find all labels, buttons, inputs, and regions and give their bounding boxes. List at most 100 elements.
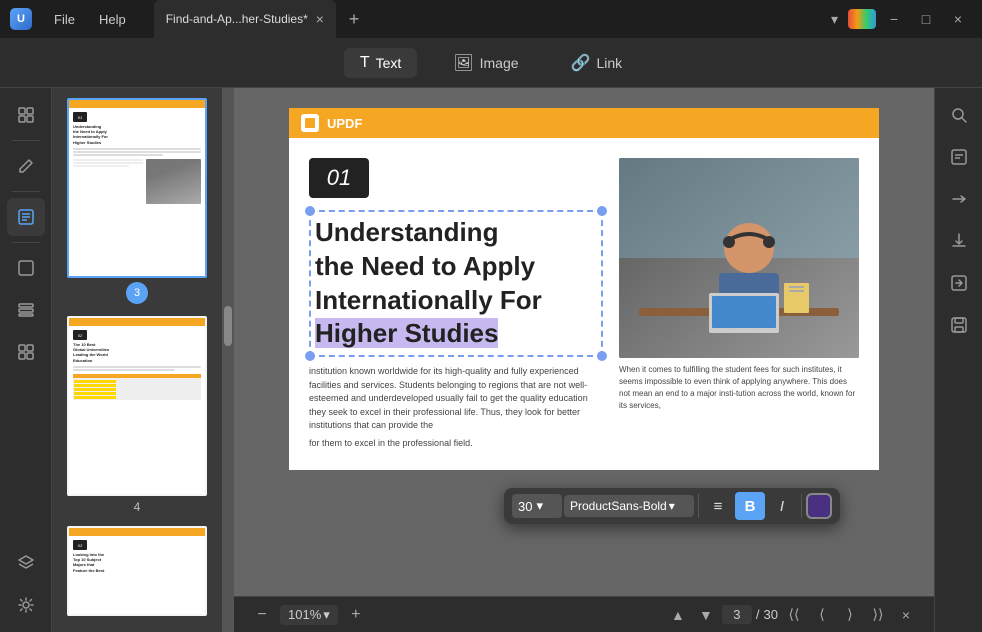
maximize-btn[interactable]: □	[912, 5, 940, 33]
right-icon-convert[interactable]	[940, 180, 978, 218]
link-icon: 🔗	[571, 53, 591, 73]
font-size-chevron: ▾	[536, 498, 543, 514]
sidebar-divider-3	[12, 242, 40, 243]
pdf-body-text-2: for them to excel in the professional fi…	[309, 437, 603, 451]
sidebar-icon-annotation[interactable]	[7, 198, 45, 236]
sidebar-icon-shapes[interactable]	[7, 249, 45, 287]
updf-badge	[848, 9, 876, 29]
sidebar-icon-organize[interactable]	[7, 291, 45, 329]
zoom-in-btn[interactable]: +	[344, 603, 368, 627]
thumbnail-item-4[interactable]: 02 The 10 BestGlobal UniversitiesLeading…	[67, 316, 207, 514]
pdf-main-content: 01 Understanding the Need to Apply Inter…	[289, 138, 879, 470]
thumbnail-item-3[interactable]: 01 Understandingthe Need to ApplyInterna…	[67, 98, 207, 304]
thumbnails-panel: 01 Understandingthe Need to ApplyInterna…	[52, 88, 222, 632]
zoom-out-btn[interactable]: −	[250, 603, 274, 627]
page-total: 30	[764, 607, 778, 622]
main-area: 01 Understandingthe Need to ApplyInterna…	[0, 88, 982, 632]
left-sidebar	[0, 88, 52, 632]
text-tool-btn[interactable]: T Text	[344, 48, 417, 78]
page-separator: /	[756, 607, 760, 622]
text-edit-box[interactable]: Understanding the Need to Apply Internat…	[309, 210, 603, 357]
text-color-btn[interactable]	[806, 493, 832, 519]
pdf-content: UPDF 01 Understanding	[289, 108, 879, 470]
zoom-chevron: ▾	[323, 607, 330, 623]
page-number-input[interactable]	[722, 605, 752, 624]
right-icon-ocr[interactable]	[940, 138, 978, 176]
menu-bar: File Help	[44, 8, 136, 31]
sidebar-icon-settings[interactable]	[7, 586, 45, 624]
student-photo	[619, 158, 859, 358]
tab-area: Find-and-Ap...her-Studies* × +	[154, 0, 815, 38]
pdf-viewer: UPDF 01 Understanding	[234, 88, 934, 632]
scrollbar[interactable]	[222, 88, 234, 632]
link-tool-btn[interactable]: 🔗 Link	[555, 47, 639, 79]
scrollbar-thumb[interactable]	[224, 306, 232, 346]
font-family-select[interactable]: ProductSans-Bold ▾	[564, 495, 694, 517]
minimize-btn[interactable]: −	[880, 5, 908, 33]
window-controls: ▾ − □ ×	[815, 5, 982, 33]
next-page-btn[interactable]: ⟩	[838, 603, 862, 627]
menu-file[interactable]: File	[44, 8, 85, 31]
pdf-logo-text: UPDF	[327, 116, 362, 131]
right-sidebar	[934, 88, 982, 632]
image-label: Image	[480, 55, 519, 71]
menu-help[interactable]: Help	[89, 8, 136, 31]
italic-btn[interactable]: I	[767, 492, 797, 520]
last-page-btn[interactable]: ⟩⟩	[866, 603, 890, 627]
active-tab[interactable]: Find-and-Ap...her-Studies* ×	[154, 0, 336, 38]
thumbnail-badge-3: 3	[126, 282, 148, 304]
prev-page-btn[interactable]: ⟨	[810, 603, 834, 627]
page-navigation: ▲ ▼ / 30 ⟨⟨ ⟨ ⟩ ⟩⟩ ×	[666, 603, 918, 627]
toolbar-divider-2	[801, 494, 802, 518]
format-toolbar: 30 ▾ ProductSans-Bold ▾ ≡ B I	[504, 488, 840, 524]
heading-highlight: Higher Studies	[315, 318, 498, 348]
pdf-page: UPDF 01 Understanding	[234, 88, 934, 596]
image-icon: 🖼	[453, 53, 473, 73]
thumbnail-page-num-4: 4	[134, 500, 141, 514]
pdf-logo-box	[301, 114, 319, 132]
sidebar-divider-2	[12, 191, 40, 192]
first-page-btn[interactable]: ⟨⟨	[782, 603, 806, 627]
sidebar-icon-pages[interactable]	[7, 96, 45, 134]
app-logo: U	[10, 8, 32, 30]
pdf-right-image: When it comes to fulfilling the student …	[619, 158, 859, 450]
close-btn[interactable]: ×	[944, 5, 972, 33]
pdf-left-content: 01 Understanding the Need to Apply Inter…	[309, 158, 603, 450]
right-icon-share[interactable]	[940, 264, 978, 302]
link-label: Link	[596, 55, 622, 71]
image-tool-btn[interactable]: 🖼 Image	[437, 47, 534, 79]
thumbnail-image-5: 03 Looking Into theTop 10 SubjectMajors …	[67, 526, 207, 616]
sidebar-icon-edit[interactable]	[7, 147, 45, 185]
close-nav-btn[interactable]: ×	[894, 603, 918, 627]
right-icon-search[interactable]	[940, 96, 978, 134]
pdf-body-text: institution known worldwide for its high…	[309, 365, 603, 433]
right-icon-export[interactable]	[940, 222, 978, 260]
page-num-badge: 01	[309, 158, 369, 198]
toolbar-divider-1	[698, 494, 699, 518]
bold-btn[interactable]: B	[735, 492, 765, 520]
resize-handle-br[interactable]	[597, 351, 607, 361]
zoom-controls: − 101% ▾ +	[250, 603, 368, 627]
logo-icon: U	[10, 8, 32, 30]
dropdown-arrow[interactable]: ▾	[825, 7, 844, 32]
page-indicator: / 30	[722, 605, 778, 624]
right-icon-save[interactable]	[940, 306, 978, 344]
sidebar-icon-forms[interactable]	[7, 333, 45, 371]
align-btn[interactable]: ≡	[703, 492, 733, 520]
pdf-logo-bar: UPDF	[289, 108, 879, 138]
new-tab-btn[interactable]: +	[340, 5, 368, 33]
tab-close-btn[interactable]: ×	[316, 12, 324, 26]
sidebar-icon-layers[interactable]	[7, 544, 45, 582]
pdf-logo-box-inner	[305, 118, 315, 128]
resize-handle-bl[interactable]	[305, 351, 315, 361]
title-bar-left: U File Help	[0, 8, 146, 31]
page-nav-up-btn[interactable]: ▲	[666, 603, 690, 627]
page-nav-down-btn[interactable]: ▼	[694, 603, 718, 627]
font-family-chevron: ▾	[669, 499, 675, 513]
font-size-select[interactable]: 30 ▾	[512, 494, 562, 518]
zoom-value[interactable]: 101% ▾	[280, 605, 338, 625]
photo-caption: When it comes to fulfilling the student …	[619, 364, 859, 412]
text-label: Text	[376, 55, 402, 71]
thumbnail-item-5[interactable]: 03 Looking Into theTop 10 SubjectMajors …	[67, 526, 207, 616]
sidebar-divider-1	[12, 140, 40, 141]
